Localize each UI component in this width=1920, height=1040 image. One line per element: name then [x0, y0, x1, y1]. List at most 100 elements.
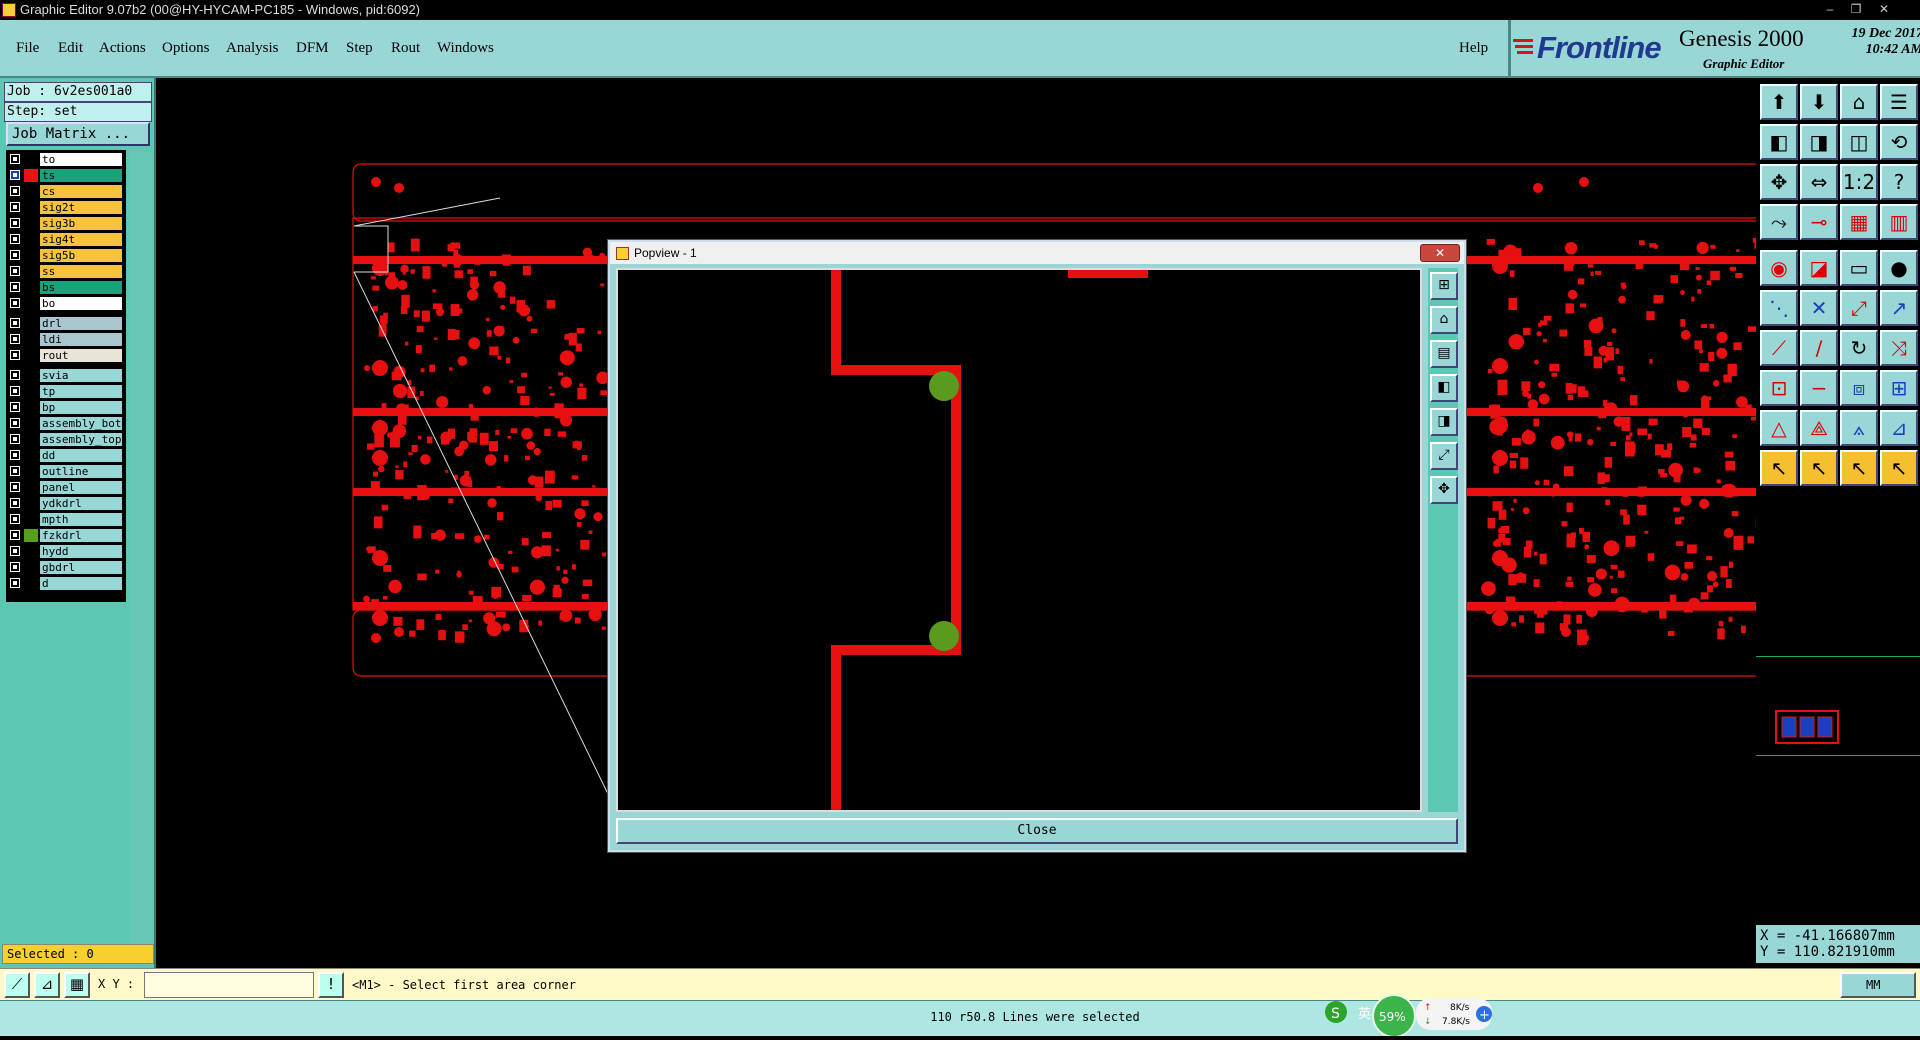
layer-checkbox[interactable] [10, 482, 20, 492]
layer-row-sig5b[interactable]: sig5b [6, 248, 126, 263]
layer-name[interactable]: ts [40, 169, 122, 182]
layer-row-cs[interactable]: cs [6, 184, 126, 199]
layer-checkbox[interactable] [10, 402, 20, 412]
layer-name[interactable]: panel [40, 481, 122, 494]
layer-name[interactable]: rout [40, 349, 122, 362]
maximize-button[interactable]: ❐ [1846, 1, 1866, 17]
layer-row-outline[interactable]: outline [6, 464, 126, 479]
fit-width-icon[interactable]: ⇔ [1800, 164, 1838, 200]
grid-icon[interactable]: ▦ [64, 972, 90, 998]
layer-name[interactable]: fzkdrl [40, 529, 122, 542]
layer-row-ts[interactable]: ts [6, 168, 126, 183]
layer-checkbox[interactable] [10, 350, 20, 360]
menu-help[interactable]: Help [1459, 40, 1488, 57]
select-icon[interactable]: ↖ [1800, 450, 1838, 486]
menu-edit[interactable]: Edit [58, 40, 83, 57]
layer-name[interactable]: assembly_top [40, 433, 122, 446]
layer-name[interactable]: cs [40, 185, 122, 198]
layer-name[interactable]: sig2t [40, 201, 122, 214]
snap-icon[interactable]: ⤳ [1760, 204, 1798, 240]
alert-icon[interactable]: ! [318, 972, 344, 998]
layer-row-to[interactable]: to [6, 152, 126, 167]
zoom-area-icon[interactable]: ◫ [1840, 124, 1878, 160]
layer-checkbox[interactable] [10, 434, 20, 444]
zoom-home-icon[interactable]: ⬆ [1760, 84, 1798, 120]
layer-checkbox[interactable] [10, 298, 20, 308]
layer-checkbox[interactable] [10, 578, 20, 588]
minus-icon[interactable]: − [1800, 370, 1838, 406]
menu-options[interactable]: Options [162, 40, 210, 57]
move-icon[interactable]: ⊡ [1760, 370, 1798, 406]
layer-row-d[interactable]: d [6, 576, 126, 591]
layer-name[interactable]: assembly_bot [40, 417, 122, 430]
menu-actions[interactable]: Actions [99, 40, 146, 57]
layer-checkbox[interactable] [10, 282, 20, 292]
layer-row-assembly_bot[interactable]: assembly_bot [6, 416, 126, 431]
pv-zoom-in-icon[interactable]: ⊞ [1430, 272, 1458, 300]
layer-checkbox[interactable] [10, 334, 20, 344]
layer-name[interactable]: d [40, 577, 122, 590]
slash-icon[interactable]: ∕ [1800, 330, 1838, 366]
layer-stack-icon[interactable]: ▥ [1880, 204, 1918, 240]
layer-row-bp[interactable]: bp [6, 400, 126, 415]
layer-name[interactable]: sig5b [40, 249, 122, 262]
layer-checkbox[interactable] [10, 514, 20, 524]
layer-checkbox[interactable] [10, 186, 20, 196]
pv-print-icon[interactable]: ▤ [1430, 340, 1458, 368]
rotate-icon[interactable]: ↻ [1840, 330, 1878, 366]
angle-icon[interactable]: ⊿ [1880, 410, 1918, 446]
layer-row-fzkdrl[interactable]: fzkdrl [6, 528, 126, 543]
center-icon[interactable]: ✥ [1760, 164, 1798, 200]
layer-name[interactable]: bs [40, 281, 122, 294]
menu-file[interactable]: File [16, 40, 39, 57]
layer-name[interactable]: outline [40, 465, 122, 478]
layer-name[interactable]: ss [40, 265, 122, 278]
grid-snap-icon[interactable]: ⊿ [34, 972, 60, 998]
layer-checkbox[interactable] [10, 450, 20, 460]
popview-close-button[interactable]: Close [616, 818, 1458, 844]
layer-checkbox[interactable] [10, 530, 20, 540]
layer-checkbox[interactable] [10, 170, 20, 180]
popview-titlebar[interactable]: Popview - 1 [610, 242, 1464, 264]
outline-icon[interactable]: ⟁ [1800, 410, 1838, 446]
layer-checkbox[interactable] [10, 370, 20, 380]
layer-name[interactable]: hydd [40, 545, 122, 558]
xy-input[interactable] [144, 972, 314, 998]
layer-row-ss[interactable]: ss [6, 264, 126, 279]
layer-row-dd[interactable]: dd [6, 448, 126, 463]
layer-row-panel[interactable]: panel [6, 480, 126, 495]
pv-home-icon[interactable]: ⌂ [1430, 306, 1458, 334]
pv-pan-left-icon[interactable]: ◧ [1430, 374, 1458, 402]
connect-icon[interactable]: ⤢ [1840, 290, 1878, 326]
pan-left-icon[interactable]: ◧ [1760, 124, 1798, 160]
cross-icon[interactable]: ✕ [1800, 290, 1838, 326]
layer-checkbox[interactable] [10, 562, 20, 572]
panel-scrollbar[interactable] [130, 152, 152, 964]
layer-checkbox[interactable] [10, 234, 20, 244]
select-area-icon[interactable]: ↖ [1840, 450, 1878, 486]
menu-windows[interactable]: Windows [437, 40, 494, 57]
circle-icon[interactable]: ● [1880, 250, 1918, 286]
layer-row-tp[interactable]: tp [6, 384, 126, 399]
zoom-fit-icon[interactable]: ☰ [1880, 84, 1918, 120]
snap-mode-icon[interactable]: ⟋ [4, 972, 30, 998]
pad-icon[interactable]: ⊸ [1800, 204, 1838, 240]
layer-checkbox[interactable] [10, 266, 20, 276]
layer-name[interactable]: mpth [40, 513, 122, 526]
layer-row-bs[interactable]: bs [6, 280, 126, 295]
resize-icon[interactable]: ⧈ [1840, 370, 1878, 406]
edit-line-icon[interactable]: ⟋ [1760, 330, 1798, 366]
menu-analysis[interactable]: Analysis [226, 40, 279, 57]
copy-icon[interactable]: ⊞ [1880, 370, 1918, 406]
home-icon[interactable]: ⌂ [1840, 84, 1878, 120]
pv-center-icon[interactable]: ✥ [1430, 476, 1458, 504]
menu-rout[interactable]: Rout [391, 40, 420, 57]
layer-row-hydd[interactable]: hydd [6, 544, 126, 559]
close-window-button[interactable]: ✕ [1874, 1, 1894, 17]
layer-row-bo[interactable]: bo [6, 296, 126, 311]
layer-row-mpth[interactable]: mpth [6, 512, 126, 527]
minimize-button[interactable]: – [1820, 1, 1840, 17]
ruler-icon[interactable]: ▭ [1840, 250, 1878, 286]
layer-name[interactable]: to [40, 153, 122, 166]
menu-dfm[interactable]: DFM [296, 40, 329, 57]
